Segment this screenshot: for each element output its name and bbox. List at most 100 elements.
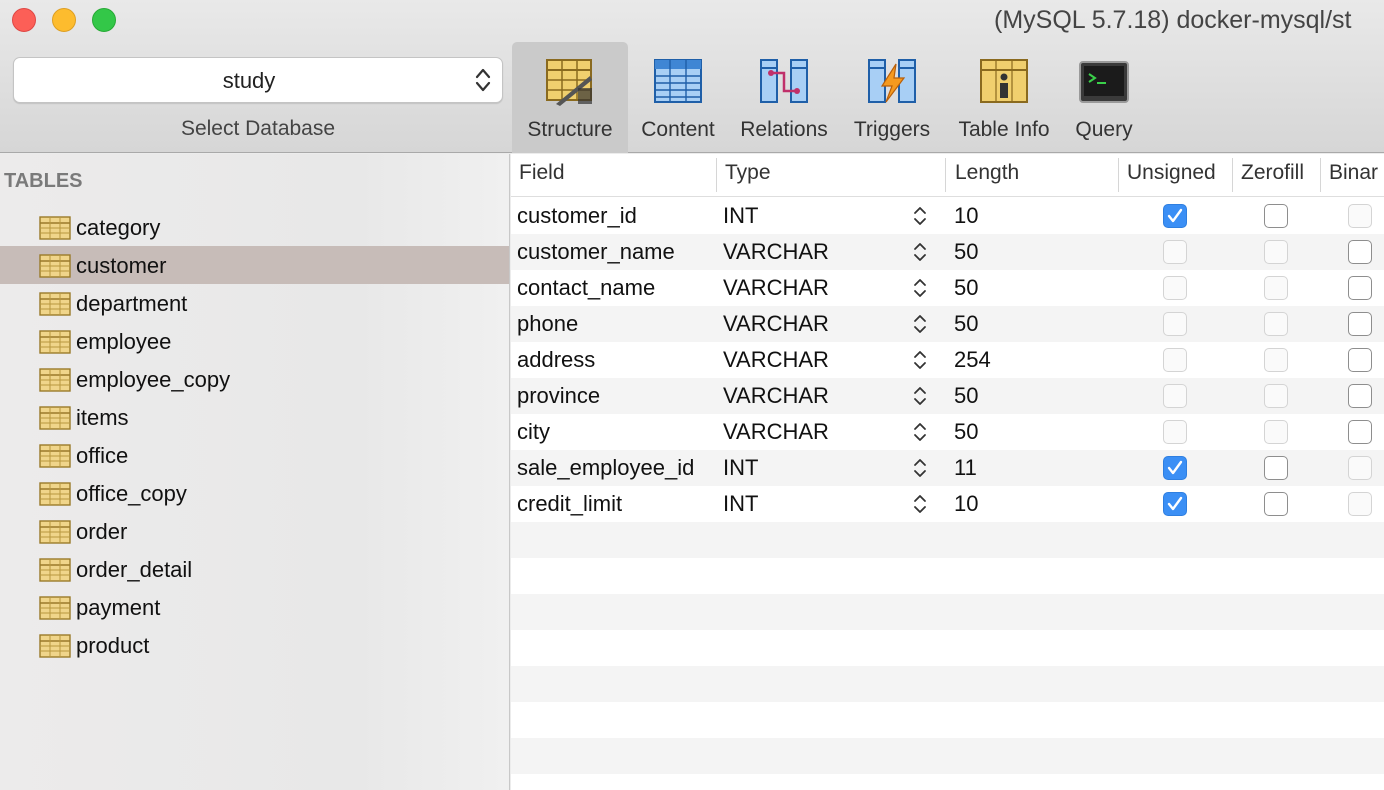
sidebar-table-employee[interactable]: employee	[0, 322, 509, 360]
unsigned-checkbox[interactable]	[1163, 420, 1187, 444]
unsigned-checkbox[interactable]	[1163, 384, 1187, 408]
unsigned-checkbox[interactable]	[1163, 240, 1187, 264]
zerofill-checkbox[interactable]	[1264, 492, 1288, 516]
type-updown-icon[interactable]	[912, 312, 928, 336]
type-updown-icon[interactable]	[912, 204, 928, 228]
zoom-window-button[interactable]	[92, 8, 116, 32]
unsigned-checkbox[interactable]	[1163, 276, 1187, 300]
field-type-cell[interactable]: INT	[723, 455, 758, 481]
field-type-cell[interactable]: VARCHAR	[723, 275, 829, 301]
sidebar-table-product[interactable]: product	[0, 626, 509, 664]
binary-checkbox[interactable]	[1348, 348, 1372, 372]
zerofill-checkbox[interactable]	[1264, 456, 1288, 480]
field-name-cell[interactable]: contact_name	[517, 275, 655, 301]
sidebar-table-items[interactable]: items	[0, 398, 509, 436]
binary-checkbox[interactable]	[1348, 276, 1372, 300]
type-updown-icon[interactable]	[912, 240, 928, 264]
table-row[interactable]: city VARCHAR 50	[511, 414, 1384, 450]
field-length-cell[interactable]: 10	[954, 491, 978, 517]
table-row[interactable]: phone VARCHAR 50	[511, 306, 1384, 342]
column-header-field[interactable]: Field	[519, 161, 565, 185]
content-tab[interactable]: Content	[620, 42, 736, 153]
column-divider[interactable]	[1232, 158, 1233, 192]
field-type-cell[interactable]: VARCHAR	[723, 383, 829, 409]
zerofill-checkbox[interactable]	[1264, 420, 1288, 444]
table-info-tab[interactable]: Table Info	[946, 42, 1062, 153]
field-type-cell[interactable]: VARCHAR	[723, 239, 829, 265]
column-header-type[interactable]: Type	[725, 161, 771, 185]
table-row[interactable]: credit_limit INT 10	[511, 486, 1384, 522]
column-header-unsigned[interactable]: Unsigned	[1127, 161, 1216, 185]
field-length-cell[interactable]: 50	[954, 275, 978, 301]
field-length-cell[interactable]: 10	[954, 203, 978, 229]
unsigned-checkbox[interactable]	[1163, 456, 1187, 480]
field-name-cell[interactable]: sale_employee_id	[517, 455, 694, 481]
triggers-tab[interactable]: Triggers	[834, 42, 950, 153]
field-name-cell[interactable]: city	[517, 419, 550, 445]
sidebar-table-payment[interactable]: payment	[0, 588, 509, 626]
sidebar-table-order[interactable]: order	[0, 512, 509, 550]
binary-checkbox[interactable]	[1348, 420, 1372, 444]
column-header-length[interactable]: Length	[955, 161, 1019, 185]
field-length-cell[interactable]: 11	[954, 455, 977, 481]
zerofill-checkbox[interactable]	[1264, 384, 1288, 408]
unsigned-checkbox[interactable]	[1163, 348, 1187, 372]
zerofill-checkbox[interactable]	[1264, 204, 1288, 228]
field-length-cell[interactable]: 50	[954, 239, 978, 265]
binary-checkbox[interactable]	[1348, 384, 1372, 408]
table-row[interactable]: address VARCHAR 254	[511, 342, 1384, 378]
unsigned-checkbox[interactable]	[1163, 204, 1187, 228]
query-tab[interactable]: Query	[1046, 42, 1162, 153]
close-window-button[interactable]	[12, 8, 36, 32]
unsigned-checkbox[interactable]	[1163, 312, 1187, 336]
relations-tab[interactable]: Relations	[726, 42, 842, 153]
binary-checkbox[interactable]	[1348, 492, 1372, 516]
column-header-binary[interactable]: Binar	[1329, 161, 1378, 185]
column-header-zerofill[interactable]: Zerofill	[1241, 161, 1304, 185]
column-divider[interactable]	[945, 158, 946, 192]
structure-tab[interactable]: Structure	[512, 42, 628, 153]
column-divider[interactable]	[716, 158, 717, 192]
field-type-cell[interactable]: VARCHAR	[723, 347, 829, 373]
field-length-cell[interactable]: 50	[954, 383, 978, 409]
zerofill-checkbox[interactable]	[1264, 276, 1288, 300]
zerofill-checkbox[interactable]	[1264, 240, 1288, 264]
sidebar-table-order-detail[interactable]: order_detail	[0, 550, 509, 588]
field-name-cell[interactable]: customer_id	[517, 203, 637, 229]
type-updown-icon[interactable]	[912, 276, 928, 300]
column-divider[interactable]	[1118, 158, 1119, 192]
field-type-cell[interactable]: INT	[723, 203, 758, 229]
field-name-cell[interactable]: credit_limit	[517, 491, 622, 517]
field-type-cell[interactable]: VARCHAR	[723, 311, 829, 337]
database-select[interactable]: study	[13, 57, 503, 103]
field-type-cell[interactable]: VARCHAR	[723, 419, 829, 445]
field-name-cell[interactable]: customer_name	[517, 239, 675, 265]
unsigned-checkbox[interactable]	[1163, 492, 1187, 516]
table-row[interactable]: province VARCHAR 50	[511, 378, 1384, 414]
field-name-cell[interactable]: phone	[517, 311, 578, 337]
minimize-window-button[interactable]	[52, 8, 76, 32]
column-divider[interactable]	[1320, 158, 1321, 192]
field-length-cell[interactable]: 50	[954, 311, 978, 337]
field-length-cell[interactable]: 50	[954, 419, 978, 445]
type-updown-icon[interactable]	[912, 420, 928, 444]
sidebar-table-category[interactable]: category	[0, 208, 509, 246]
zerofill-checkbox[interactable]	[1264, 348, 1288, 372]
type-updown-icon[interactable]	[912, 492, 928, 516]
binary-checkbox[interactable]	[1348, 240, 1372, 264]
field-name-cell[interactable]: province	[517, 383, 600, 409]
type-updown-icon[interactable]	[912, 384, 928, 408]
table-row[interactable]: contact_name VARCHAR 50	[511, 270, 1384, 306]
sidebar-table-department[interactable]: department	[0, 284, 509, 322]
table-row[interactable]: customer_id INT 10	[511, 198, 1384, 234]
table-row[interactable]: sale_employee_id INT 11	[511, 450, 1384, 486]
sidebar-table-office[interactable]: office	[0, 436, 509, 474]
field-name-cell[interactable]: address	[517, 347, 595, 373]
binary-checkbox[interactable]	[1348, 456, 1372, 480]
type-updown-icon[interactable]	[912, 456, 928, 480]
field-length-cell[interactable]: 254	[954, 347, 991, 373]
sidebar-table-employee-copy[interactable]: employee_copy	[0, 360, 509, 398]
zerofill-checkbox[interactable]	[1264, 312, 1288, 336]
type-updown-icon[interactable]	[912, 348, 928, 372]
sidebar-table-office-copy[interactable]: office_copy	[0, 474, 509, 512]
